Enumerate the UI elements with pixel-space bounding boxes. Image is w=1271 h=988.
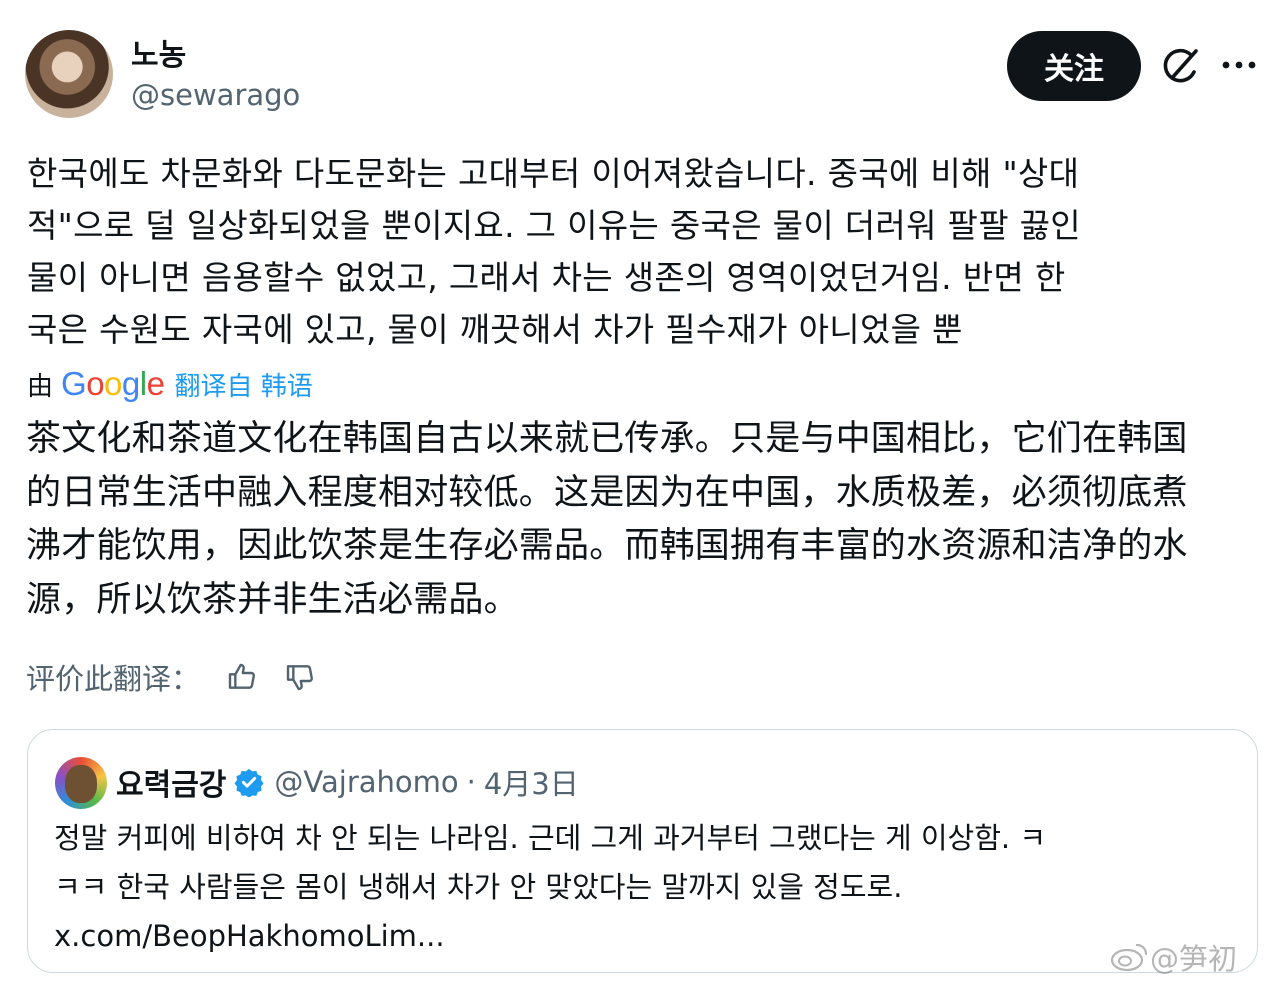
weibo-watermark: @笋初 bbox=[1110, 937, 1237, 977]
quoted-post-link[interactable]: x.com/BeopHakhomoLim... bbox=[54, 912, 1234, 961]
translation-source-link[interactable]: 翻译自 韩语 bbox=[174, 366, 312, 403]
follow-button[interactable]: 关注 bbox=[1007, 31, 1141, 101]
verified-badge-icon bbox=[234, 768, 264, 797]
translation-attribution: 由 Google 翻译自 韩语 bbox=[27, 365, 313, 403]
quoted-post-header: 요력금강 @Vajrahomo · 4月3日 bbox=[116, 760, 579, 804]
translated-line: 源，所以饮茶并非生活必需品。 bbox=[26, 579, 519, 620]
translated-line: 的日常生活中融入程度相对较低。这是因为在中国，水质极差，必须彻底煮 bbox=[26, 472, 1188, 513]
translated-line: 茶文化和茶道文化在韩国自古以来就已传承。只是与中国相比，它们在韩国 bbox=[26, 419, 1188, 459]
quoted-post[interactable]: 요력금강 @Vajrahomo · 4月3日 정말 커피에 비하여 차 안 되는… bbox=[27, 729, 1258, 973]
translated-by-label: 由 bbox=[27, 371, 54, 402]
weibo-logo-icon bbox=[1110, 943, 1148, 972]
post-text: 한국에도 차문화와 다도문화는 고대부터 이어져왔습니다. 중국에 비해 "상대… bbox=[27, 148, 1259, 356]
google-logo-letter: o bbox=[104, 365, 122, 402]
google-logo-letter: l bbox=[139, 365, 147, 402]
quoted-author-avatar[interactable] bbox=[55, 757, 107, 809]
thumbs-down-icon[interactable] bbox=[284, 661, 316, 693]
rate-translation-label: 评价此翻译： bbox=[26, 662, 201, 696]
google-logo-letter: e bbox=[146, 365, 165, 402]
watermark-text: @笋初 bbox=[1150, 942, 1238, 976]
rate-translation-row: 评价此翻译： bbox=[26, 655, 316, 699]
quoted-author-display-name[interactable]: 요력금강 bbox=[116, 760, 226, 804]
google-logo-letter: g bbox=[121, 365, 140, 402]
post-line: 국은 수원도 자국에 있고, 물이 깨끗해서 차가 필수재가 아니었을 뿐 bbox=[27, 310, 963, 349]
post-line: 물이 아니면 음용할수 없었고, 그래서 차는 생존의 영역이었던거임. 반면 … bbox=[27, 258, 1066, 297]
author-handle[interactable]: @sewarago bbox=[131, 78, 300, 112]
translated-text: 茶文化和茶道文化在韩国自古以来就已传承。只是与中国相比，它们在韩国 的日常生活中… bbox=[26, 413, 1262, 627]
quoted-author-handle[interactable]: @Vajrahomo bbox=[274, 765, 458, 799]
more-icon[interactable] bbox=[1222, 60, 1256, 70]
quoted-line: 정말 커피에 비하여 차 안 되는 나라임. 근데 그게 과거부터 그랬다는 게… bbox=[54, 821, 1047, 855]
translated-line: 沸才能饮用，因此饮茶是生存必需品。而韩国拥有丰富的水资源和洁净的水 bbox=[26, 526, 1188, 566]
author-avatar[interactable] bbox=[25, 30, 113, 118]
quoted-post-date[interactable]: 4月3日 bbox=[484, 761, 579, 803]
thumbs-up-icon[interactable] bbox=[226, 661, 258, 693]
quoted-line: ㅋㅋ 한국 사람들은 몸이 냉해서 차가 안 맞았다는 말까지 있을 정도로. bbox=[54, 870, 903, 904]
google-logo: Google bbox=[61, 365, 165, 403]
google-logo-letter: G bbox=[61, 365, 87, 402]
grok-icon[interactable] bbox=[1160, 45, 1202, 87]
google-logo-letter: o bbox=[86, 365, 105, 402]
author-display-name[interactable]: 노농 bbox=[131, 30, 186, 74]
meta-separator: · bbox=[466, 765, 476, 799]
quoted-post-text: 정말 커피에 비하여 차 안 되는 나라임. 근데 그게 과거부터 그랬다는 게… bbox=[54, 814, 1234, 961]
post-line: 적"으로 덜 일상화되었을 뿐이지요. 그 이유는 중국은 물이 더러워 팔팔 … bbox=[27, 206, 1081, 245]
post-line: 한국에도 차문화와 다도문화는 고대부터 이어져왔습니다. 중국에 비해 "상대 bbox=[27, 154, 1080, 193]
